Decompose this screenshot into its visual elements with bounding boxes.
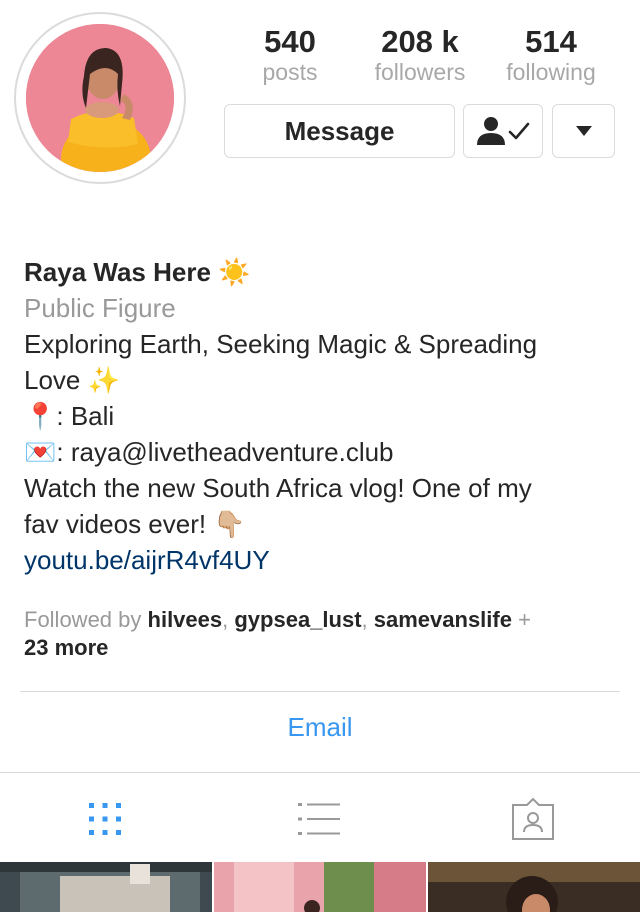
divider bbox=[20, 691, 620, 692]
sparkles-emoji: ✨ bbox=[87, 365, 120, 395]
pin-emoji: 📍 bbox=[24, 401, 57, 431]
avatar bbox=[26, 24, 174, 172]
post-thumbnail[interactable] bbox=[428, 862, 640, 912]
suggestions-dropdown-button[interactable] bbox=[552, 104, 615, 158]
posts-count: 540 bbox=[264, 24, 316, 59]
bio-email-text: : raya@livetheadventure.club bbox=[56, 437, 394, 467]
tab-grid[interactable] bbox=[81, 795, 129, 843]
followed-by-user[interactable]: gypsea_lust bbox=[234, 607, 361, 632]
divider bbox=[0, 772, 640, 773]
bio-line-6-text: fav videos ever! bbox=[24, 509, 207, 539]
profile-category: Public Figure bbox=[24, 293, 176, 323]
bio-line-5: Watch the new South Africa vlog! One of … bbox=[24, 473, 532, 503]
following-status-button[interactable] bbox=[463, 104, 543, 158]
love-letter-emoji: 💌 bbox=[24, 437, 57, 467]
sun-emoji: ☀️ bbox=[218, 257, 251, 287]
caret-down-icon bbox=[575, 126, 592, 136]
message-button[interactable]: Message bbox=[224, 104, 455, 158]
post-thumbnail[interactable] bbox=[0, 862, 212, 912]
bio-line-1: Exploring Earth, Seeking Magic & Spreadi… bbox=[24, 329, 538, 359]
bio-line-2: Love ✨ bbox=[24, 362, 614, 398]
profile-name-line: Raya Was Here ☀️ bbox=[24, 254, 614, 290]
posts-stat[interactable]: 540 posts bbox=[230, 24, 350, 84]
followers-label: followers bbox=[374, 59, 466, 85]
bio-link[interactable]: youtu.be/aijrR4vf4UY bbox=[24, 542, 614, 578]
profile-name: Raya Was Here bbox=[24, 257, 211, 287]
pointing-down-emoji: 👇🏼 bbox=[213, 509, 246, 539]
email-button[interactable]: Email bbox=[0, 712, 640, 743]
bio-location-text: : Bali bbox=[56, 401, 115, 431]
bio-location: 📍: Bali bbox=[24, 398, 614, 434]
followers-stat[interactable]: 208 k followers bbox=[360, 24, 480, 84]
bio-line-2-text: Love bbox=[24, 365, 81, 395]
followers-count: 208 k bbox=[381, 24, 459, 59]
followed-by-user[interactable]: hilvees bbox=[148, 607, 223, 632]
tab-tagged[interactable] bbox=[509, 795, 557, 843]
following-label: following bbox=[506, 59, 596, 85]
tab-list[interactable] bbox=[295, 795, 343, 843]
followed-by-plus: + bbox=[518, 607, 531, 632]
followed-by-more[interactable]: 23 more bbox=[24, 635, 108, 660]
followed-by[interactable]: Followed by hilvees, gypsea_lust, sameva… bbox=[24, 606, 614, 662]
post-thumbnail[interactable] bbox=[214, 862, 426, 912]
followed-by-user[interactable]: samevanslife bbox=[374, 607, 512, 632]
grid-icon bbox=[89, 803, 121, 835]
followed-by-prefix: Followed by bbox=[24, 607, 142, 632]
bio-email: 💌: raya@livetheadventure.club bbox=[24, 434, 614, 470]
profile-avatar-ring[interactable] bbox=[14, 12, 186, 184]
person-check-icon bbox=[477, 117, 530, 145]
list-icon bbox=[298, 803, 340, 835]
following-count: 514 bbox=[525, 24, 577, 59]
posts-label: posts bbox=[262, 59, 318, 85]
profile-bio: Raya Was Here ☀️ Public Figure Exploring… bbox=[24, 254, 614, 578]
following-stat[interactable]: 514 following bbox=[491, 24, 611, 84]
bio-line-6: fav videos ever! 👇🏼 bbox=[24, 506, 614, 542]
tagged-icon bbox=[512, 797, 554, 840]
